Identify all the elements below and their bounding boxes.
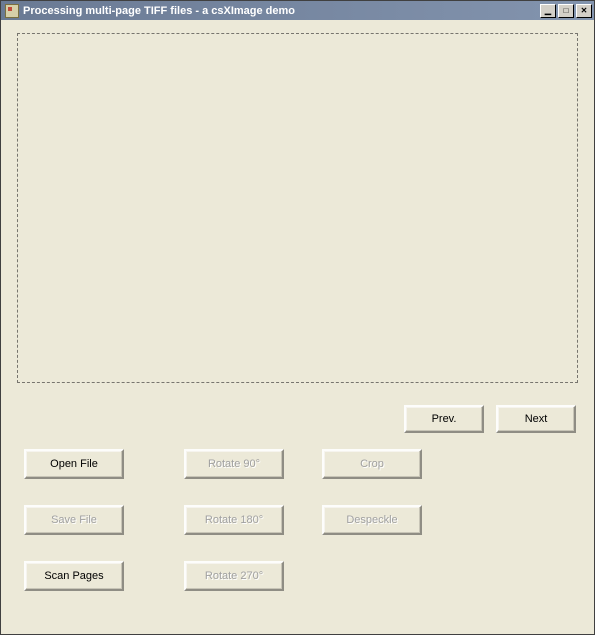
maximize-button[interactable]: □ [558, 4, 574, 18]
prev-button-label: Prev. [432, 413, 457, 425]
open-file-button[interactable]: Open File [24, 449, 124, 479]
crop-label: Crop [360, 458, 384, 470]
rotate-180-label: Rotate 180° [205, 514, 263, 526]
minimize-button[interactable]: ▁ [540, 4, 556, 18]
next-button-label: Next [525, 413, 548, 425]
image-preview-panel [17, 33, 578, 383]
window-title: Processing multi-page TIFF files - a csX… [23, 5, 538, 17]
main-window: Processing multi-page TIFF files - a csX… [0, 0, 595, 635]
rotate-90-button[interactable]: Rotate 90° [184, 449, 284, 479]
rotate-270-button[interactable]: Rotate 270° [184, 561, 284, 591]
rotate-90-label: Rotate 90° [208, 458, 260, 470]
client-area: Prev. Next Open File Save File Scan Page… [2, 21, 593, 633]
crop-button[interactable]: Crop [322, 449, 422, 479]
save-file-button[interactable]: Save File [24, 505, 124, 535]
close-icon: ✕ [581, 7, 588, 15]
app-icon [5, 4, 19, 18]
scan-pages-label: Scan Pages [44, 570, 103, 582]
despeckle-label: Despeckle [346, 514, 397, 526]
save-file-label: Save File [51, 514, 97, 526]
rotate-270-label: Rotate 270° [205, 570, 263, 582]
scan-pages-button[interactable]: Scan Pages [24, 561, 124, 591]
prev-button[interactable]: Prev. [404, 405, 484, 433]
titlebar: Processing multi-page TIFF files - a csX… [1, 1, 594, 20]
despeckle-button[interactable]: Despeckle [322, 505, 422, 535]
open-file-label: Open File [50, 458, 98, 470]
rotate-180-button[interactable]: Rotate 180° [184, 505, 284, 535]
maximize-icon: □ [564, 7, 569, 15]
next-button[interactable]: Next [496, 405, 576, 433]
minimize-icon: ▁ [545, 7, 551, 15]
close-button[interactable]: ✕ [576, 4, 592, 18]
